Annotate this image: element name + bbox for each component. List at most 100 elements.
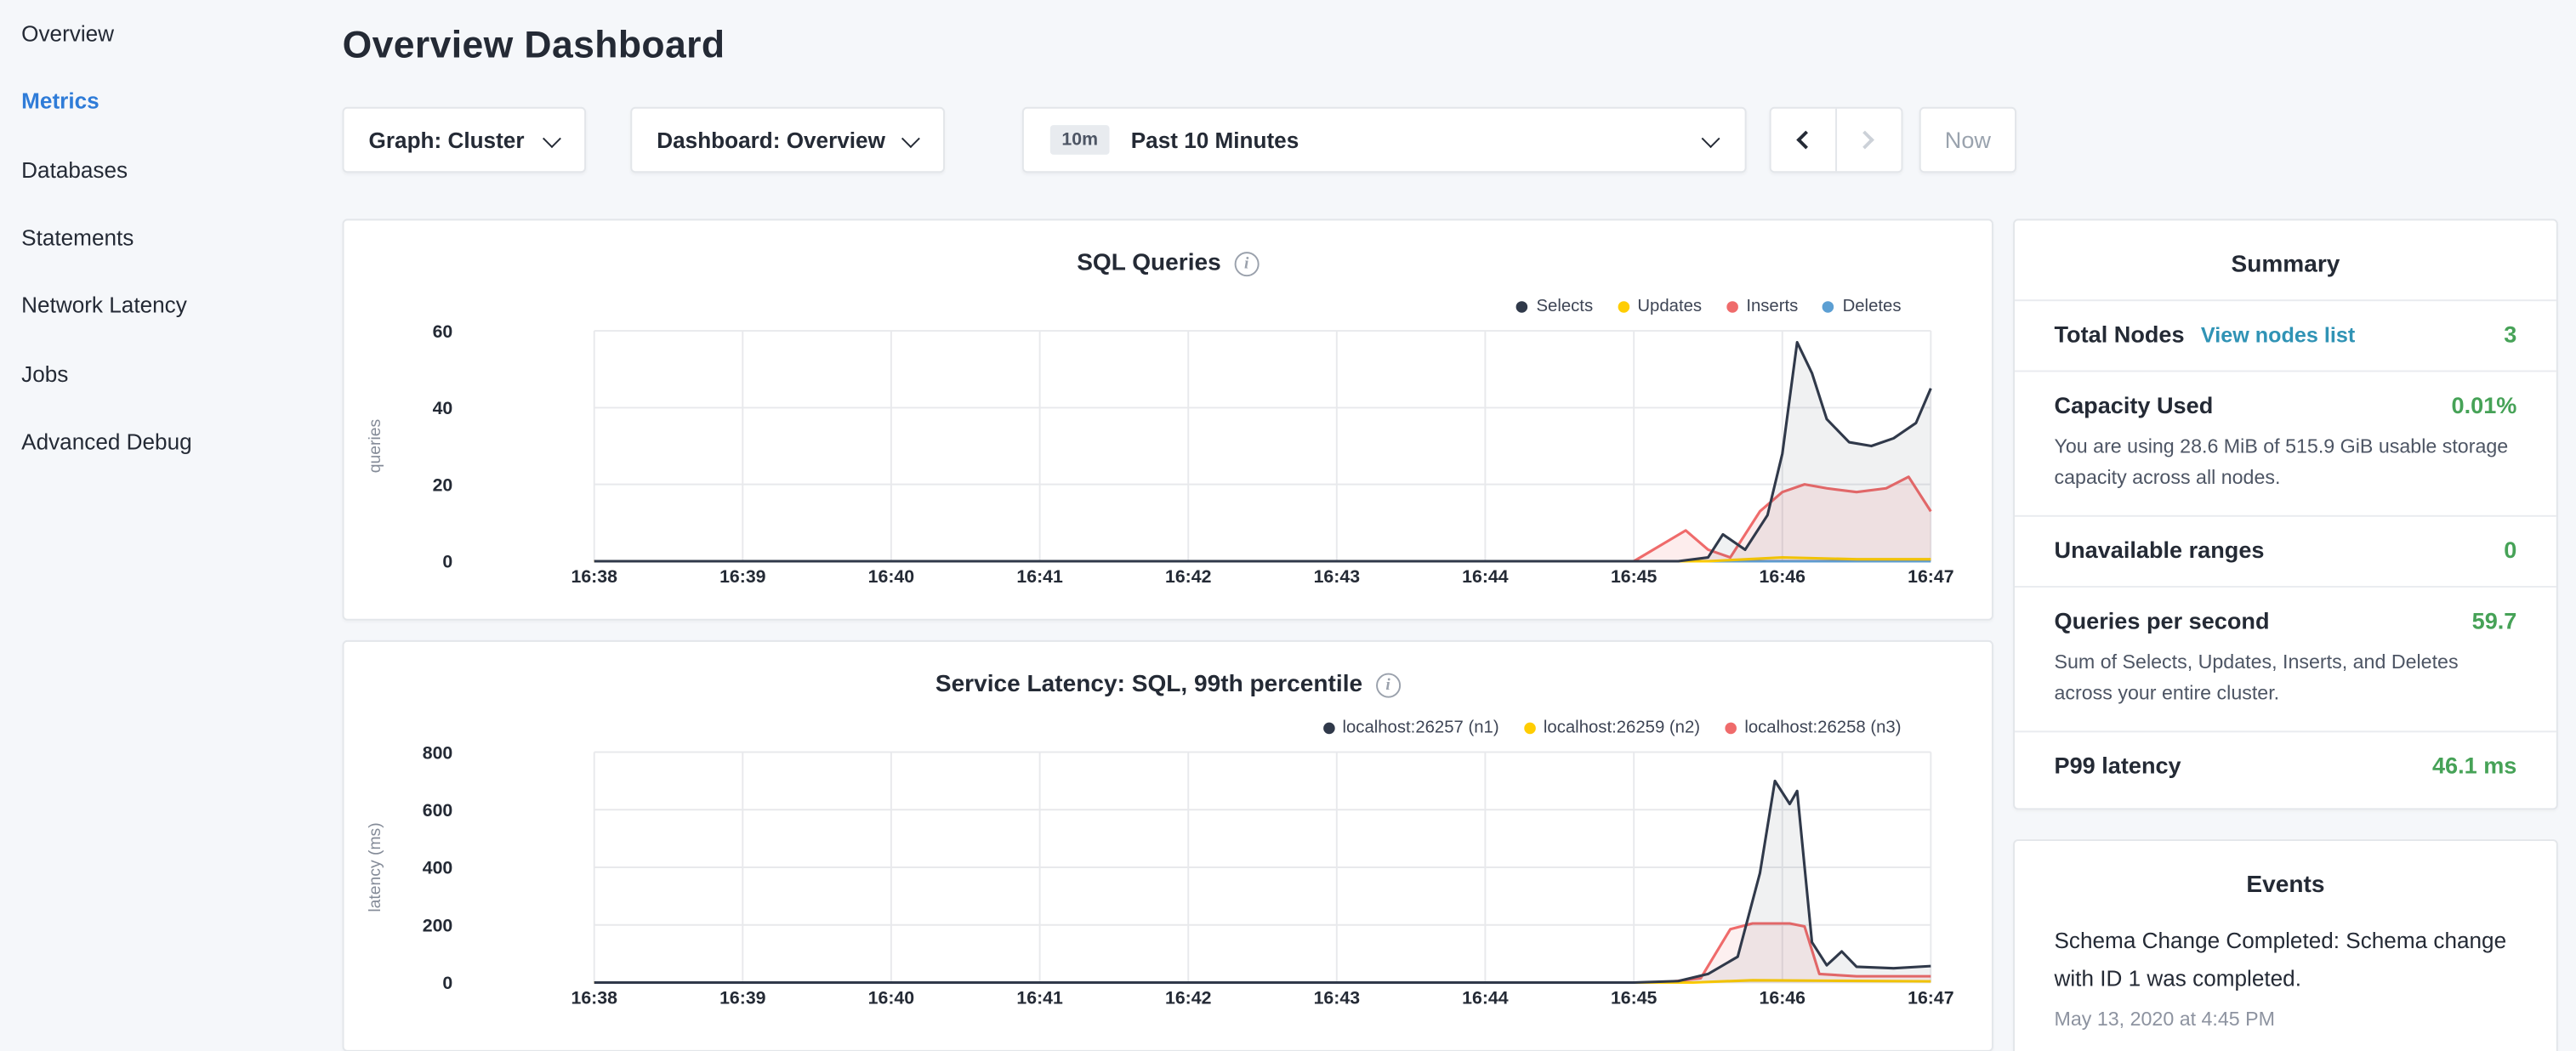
legend-label: Deletes bbox=[1843, 296, 1902, 315]
legend-label: localhost:26258 (n3) bbox=[1744, 718, 1901, 737]
svg-text:16:39: 16:39 bbox=[719, 566, 766, 587]
svg-text:16:41: 16:41 bbox=[1016, 566, 1063, 587]
dashboard-label: Dashboard: Overview bbox=[657, 128, 885, 152]
summary-row-capacity: Capacity Used 0.01% You are using 28.6 M… bbox=[2015, 370, 2556, 515]
time-range-label: Past 10 Minutes bbox=[1131, 128, 1299, 152]
chevron-right-icon bbox=[1856, 131, 1874, 150]
view-nodes-list-link[interactable]: View nodes list bbox=[2201, 322, 2355, 347]
sidebar-item-advanced-debug[interactable]: Advanced Debug bbox=[0, 408, 321, 476]
events-title: Events bbox=[2015, 841, 2556, 920]
sidebar-item-jobs[interactable]: Jobs bbox=[0, 340, 321, 408]
legend-label: Updates bbox=[1637, 296, 1702, 315]
sidebar-item-databases[interactable]: Databases bbox=[0, 136, 321, 204]
summary-title: Summary bbox=[2015, 220, 2556, 299]
legend-item-n2[interactable]: localhost:26259 (n2) bbox=[1524, 718, 1700, 737]
svg-text:16:43: 16:43 bbox=[1314, 566, 1361, 587]
stat-label: Unavailable ranges bbox=[2055, 537, 2265, 563]
now-button[interactable]: Now bbox=[1919, 107, 2016, 173]
events-card: Events Schema Change Completed: Schema c… bbox=[2013, 839, 2558, 1051]
legend-label: Inserts bbox=[1746, 296, 1798, 315]
chart-title: Service Latency: SQL, 99th percentile i bbox=[344, 672, 1992, 698]
svg-text:16:45: 16:45 bbox=[1611, 566, 1658, 587]
series-color-dot bbox=[1725, 722, 1737, 734]
legend-item-selects[interactable]: Selects bbox=[1516, 296, 1593, 315]
info-icon[interactable]: i bbox=[1376, 673, 1401, 697]
svg-text:16:42: 16:42 bbox=[1165, 566, 1211, 587]
series-color-dot bbox=[1524, 722, 1536, 734]
legend-item-n1[interactable]: localhost:26257 (n1) bbox=[1322, 718, 1498, 737]
dashboard-dropdown[interactable]: Dashboard: Overview bbox=[630, 107, 945, 173]
svg-text:16:40: 16:40 bbox=[868, 566, 914, 587]
time-step-buttons bbox=[1770, 107, 1903, 173]
event-text: Schema Change Completed: Schema change w… bbox=[2055, 923, 2517, 999]
svg-text:16:38: 16:38 bbox=[571, 988, 617, 1008]
summary-card: Summary Total Nodes View nodes list 3 Ca… bbox=[2013, 219, 2558, 810]
svg-text:16:44: 16:44 bbox=[1462, 988, 1509, 1008]
legend-item-inserts[interactable]: Inserts bbox=[1726, 296, 1798, 315]
series-color-dot bbox=[1618, 300, 1629, 312]
svg-text:16:47: 16:47 bbox=[1908, 566, 1953, 587]
summary-row-qps: Queries per second 59.7 Sum of Selects, … bbox=[2015, 586, 2556, 731]
event-timestamp: May 13, 2020 at 4:45 PM bbox=[2055, 1007, 2517, 1030]
sidebar-item-label: Metrics bbox=[21, 89, 100, 114]
svg-text:queries: queries bbox=[366, 419, 384, 473]
stat-label: Total Nodes bbox=[2055, 321, 2185, 347]
stat-description: You are using 28.6 MiB of 515.9 GiB usab… bbox=[2055, 431, 2517, 492]
svg-text:16:42: 16:42 bbox=[1165, 988, 1211, 1008]
svg-text:16:40: 16:40 bbox=[868, 988, 914, 1008]
sidebar-item-statements[interactable]: Statements bbox=[0, 204, 321, 272]
chart-legend: localhost:26257 (n1) localhost:26259 (n2… bbox=[1322, 718, 1901, 737]
series-color-dot bbox=[1322, 722, 1334, 734]
sidebar-item-label: Overview bbox=[21, 21, 114, 46]
chevron-down-icon bbox=[1702, 129, 1720, 148]
time-forward-button[interactable] bbox=[1836, 109, 1901, 172]
stat-value: 0.01% bbox=[2452, 392, 2517, 418]
stat-value: 0 bbox=[2504, 537, 2516, 563]
svg-text:16:38: 16:38 bbox=[571, 566, 617, 587]
svg-text:200: 200 bbox=[423, 915, 453, 935]
summary-row-p99-latency: P99 latency 46.1 ms bbox=[2015, 731, 2556, 802]
sidebar-item-metrics[interactable]: Metrics bbox=[0, 68, 321, 136]
chevron-left-icon bbox=[1797, 131, 1816, 150]
legend-label: localhost:26259 (n2) bbox=[1544, 718, 1700, 737]
sidebar-nav: Overview Metrics Databases Statements Ne… bbox=[0, 0, 321, 476]
legend-item-updates[interactable]: Updates bbox=[1618, 296, 1702, 315]
info-icon[interactable]: i bbox=[1234, 251, 1259, 276]
chevron-down-icon bbox=[901, 129, 920, 148]
chart-legend: Selects Updates Inserts Deletes bbox=[1516, 296, 1901, 315]
chart-title: SQL Queries i bbox=[344, 250, 1992, 276]
legend-item-deletes[interactable]: Deletes bbox=[1823, 296, 1901, 315]
service-latency-panel: Service Latency: SQL, 99th percentile i … bbox=[343, 640, 1993, 1051]
svg-text:0: 0 bbox=[442, 552, 452, 572]
app-viewport: Overview Metrics Databases Statements Ne… bbox=[0, 0, 2576, 1051]
page-title: Overview Dashboard bbox=[343, 23, 725, 67]
event-item[interactable]: Schema Change Completed: Schema change w… bbox=[2015, 920, 2556, 1030]
svg-text:20: 20 bbox=[433, 474, 453, 495]
svg-text:400: 400 bbox=[423, 858, 453, 878]
stat-description: Sum of Selects, Updates, Inserts, and De… bbox=[2055, 647, 2517, 708]
sidebar-item-label: Jobs bbox=[21, 361, 68, 386]
graph-scope-dropdown[interactable]: Graph: Cluster bbox=[343, 107, 586, 173]
stat-value: 3 bbox=[2504, 321, 2516, 347]
sidebar-item-label: Advanced Debug bbox=[21, 429, 191, 454]
svg-text:16:43: 16:43 bbox=[1314, 988, 1361, 1008]
sidebar-item-network-latency[interactable]: Network Latency bbox=[0, 272, 321, 340]
stat-value: 59.7 bbox=[2472, 608, 2517, 634]
sidebar-item-label: Network Latency bbox=[21, 293, 187, 318]
chart-title-text: SQL Queries bbox=[1077, 250, 1221, 276]
sql-queries-chart: 16:38 16:39 16:40 16:41 16:42 16:43 16:44 16:45… bbox=[344, 220, 1995, 620]
summary-row-total-nodes: Total Nodes View nodes list 3 bbox=[2015, 299, 2556, 370]
time-range-badge: 10m bbox=[1050, 125, 1110, 155]
svg-text:16:47: 16:47 bbox=[1908, 988, 1953, 1008]
svg-text:0: 0 bbox=[442, 973, 452, 993]
time-back-button[interactable] bbox=[1771, 109, 1836, 172]
legend-item-n3[interactable]: localhost:26258 (n3) bbox=[1725, 718, 1901, 737]
sidebar-item-overview[interactable]: Overview bbox=[0, 0, 321, 68]
summary-row-unavailable-ranges: Unavailable ranges 0 bbox=[2015, 515, 2556, 586]
service-latency-chart: 16:3816:3916:4016:4116:4216:4316:4416:45… bbox=[344, 642, 1995, 1042]
svg-text:16:44: 16:44 bbox=[1462, 566, 1509, 587]
sql-queries-panel: SQL Queries i Selects Updates Inserts De… bbox=[343, 219, 1993, 620]
time-range-selector[interactable]: 10m Past 10 Minutes bbox=[1022, 107, 1747, 173]
sidebar-item-label: Statements bbox=[21, 225, 134, 250]
stat-value: 46.1 ms bbox=[2432, 753, 2516, 779]
